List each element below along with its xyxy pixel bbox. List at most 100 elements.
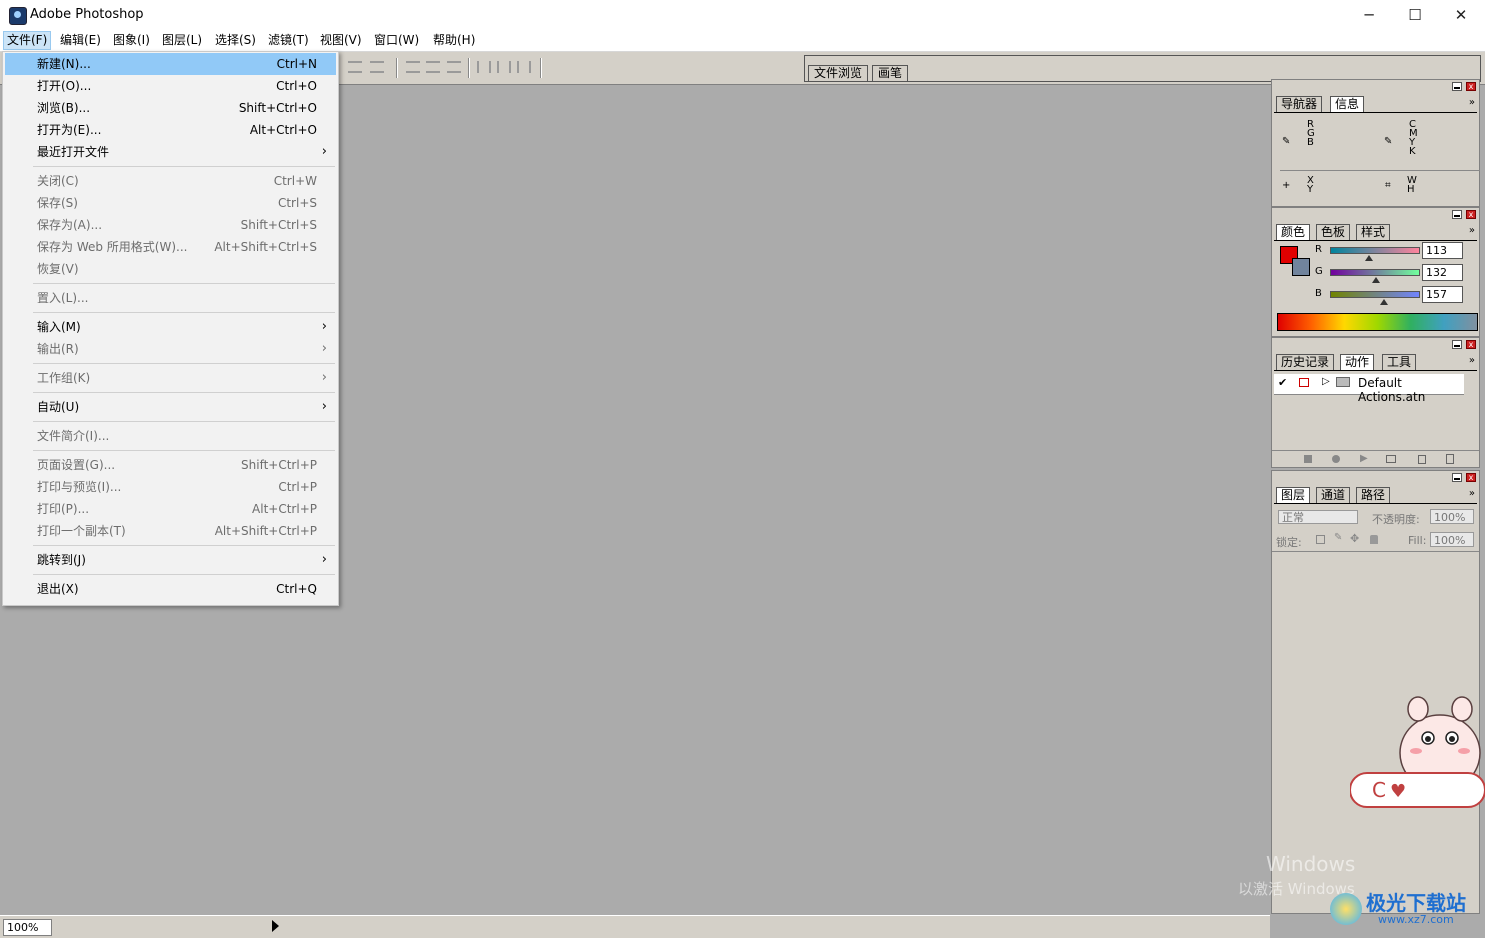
channel-r-slider-thumb[interactable] (1364, 255, 1373, 261)
menu-item-label: 新建(N)... (37, 57, 91, 71)
menu-image[interactable]: 图象(I) (110, 32, 153, 49)
lock-all-icon[interactable] (1370, 535, 1378, 544)
trash-icon[interactable] (1446, 454, 1454, 464)
channel-g-slider[interactable] (1330, 269, 1420, 276)
opacity-label: 不透明度: (1372, 513, 1420, 526)
file-menu-item[interactable]: 新建(N)... Ctrl+N (5, 53, 336, 75)
distribute-top-icon[interactable] (406, 61, 420, 73)
tab-tools[interactable]: 工具 (1382, 354, 1417, 370)
well-tab-file-browser[interactable]: 文件浏览 (808, 65, 869, 81)
tab-info[interactable]: 信息 (1330, 96, 1365, 112)
new-action-icon[interactable] (1418, 455, 1426, 464)
tab-color[interactable]: 颜色 (1276, 224, 1311, 240)
menu-item-label: 置入(L)... (37, 291, 89, 305)
well-tab-brushes[interactable]: 画笔 (872, 65, 909, 81)
tab-channels[interactable]: 通道 (1316, 487, 1351, 503)
panel-minimize-button[interactable] (1452, 340, 1462, 349)
file-menu-item[interactable]: 打开(O)... Ctrl+O (5, 75, 336, 97)
panel-close-button[interactable]: x (1466, 82, 1476, 91)
play-icon[interactable]: ▶ (1360, 453, 1368, 464)
file-menu-item[interactable]: 最近打开文件 › (5, 141, 336, 163)
layers-divider (1272, 551, 1479, 552)
panel-minimize-button[interactable] (1452, 473, 1462, 482)
tab-swatches[interactable]: 色板 (1316, 224, 1351, 240)
panel-menu-icon[interactable]: » (1469, 488, 1475, 499)
file-menu-item[interactable]: 跳转到(J) › (5, 549, 336, 571)
opacity-field[interactable]: 100% (1430, 509, 1474, 524)
blend-mode-select[interactable]: 正常 (1278, 510, 1358, 524)
channel-g-value[interactable]: 132 (1422, 264, 1463, 281)
zoom-level-field[interactable]: 100% (3, 919, 52, 936)
panel-close-button[interactable]: x (1466, 210, 1476, 219)
lock-brush-icon[interactable]: ✎ (1334, 532, 1342, 543)
menu-select[interactable]: 选择(S) (212, 32, 259, 49)
tab-history[interactable]: 历史记录 (1276, 354, 1335, 370)
submenu-chevron-icon: › (321, 399, 327, 414)
distribute-left-icon[interactable] (477, 61, 491, 73)
status-menu-arrow-icon[interactable] (272, 920, 279, 932)
menu-edit[interactable]: 编辑(E) (57, 32, 104, 49)
background-color-swatch[interactable] (1292, 258, 1310, 276)
menu-window[interactable]: 窗口(W) (371, 32, 422, 49)
file-menu-item[interactable]: 浏览(B)... Shift+Ctrl+O (5, 97, 336, 119)
new-set-icon[interactable] (1386, 455, 1396, 463)
menu-layer[interactable]: 图层(L) (159, 32, 205, 49)
channel-b-slider[interactable] (1330, 291, 1420, 298)
tab-paths[interactable]: 路径 (1356, 487, 1391, 503)
menu-view[interactable]: 视图(V) (317, 32, 365, 49)
channel-b-value[interactable]: 157 (1422, 286, 1463, 303)
file-menu-item[interactable]: 输入(M) › (5, 316, 336, 338)
menu-separator (33, 574, 335, 575)
action-set-row[interactable]: ✔ ▷ Default Actions.atn (1274, 374, 1464, 404)
minimize-button[interactable]: ─ (1346, 0, 1392, 30)
distribute-center-icon[interactable] (497, 61, 511, 73)
panel-minimize-button[interactable] (1452, 210, 1462, 219)
stop-icon[interactable] (1304, 455, 1312, 463)
menu-item-shortcut: Shift+Ctrl+S (240, 218, 317, 232)
maximize-button[interactable]: ☐ (1392, 0, 1438, 30)
file-menu-item: 置入(L)... (5, 287, 336, 309)
menu-help[interactable]: 帮助(H) (430, 32, 478, 49)
expand-triangle-icon[interactable]: ▷ (1322, 376, 1330, 387)
fill-field[interactable]: 100% (1430, 532, 1474, 547)
lock-transparency-icon[interactable] (1316, 535, 1325, 544)
file-menu-item[interactable]: 打开为(E)... Alt+Ctrl+O (5, 119, 336, 141)
photoshop-app-icon (9, 7, 27, 25)
fill-label: Fill: (1408, 534, 1427, 547)
record-icon[interactable] (1332, 455, 1340, 463)
panel-menu-icon[interactable]: » (1469, 355, 1475, 366)
file-menu-item[interactable]: 退出(X) Ctrl+Q (5, 578, 336, 600)
color-spectrum-bar[interactable] (1277, 313, 1478, 331)
panel-menu-icon[interactable]: » (1469, 97, 1475, 108)
panel-close-button[interactable]: x (1466, 340, 1476, 349)
channel-b-slider-thumb[interactable] (1380, 299, 1389, 305)
distribute-bottom-icon[interactable] (447, 61, 461, 73)
tab-actions[interactable]: 动作 (1340, 354, 1375, 370)
align-right-icon[interactable] (370, 61, 384, 73)
file-menu-item[interactable]: 自动(U) › (5, 396, 336, 418)
menu-separator (33, 421, 335, 422)
checkmark-icon[interactable]: ✔ (1278, 376, 1287, 389)
panel-minimize-button[interactable] (1452, 82, 1462, 91)
menu-item-shortcut: Shift+Ctrl+O (238, 101, 317, 115)
tab-styles[interactable]: 样式 (1356, 224, 1391, 240)
channel-r-value[interactable]: 113 (1422, 242, 1463, 259)
lock-move-icon[interactable]: ✥ (1350, 532, 1359, 545)
tab-navigator[interactable]: 导航器 (1276, 96, 1323, 112)
distribute-right-icon[interactable] (517, 61, 531, 73)
tab-layers[interactable]: 图层 (1276, 487, 1311, 503)
toolbar-separator (540, 58, 542, 78)
menu-separator (33, 166, 335, 167)
menu-file[interactable]: 文件(F) (3, 31, 52, 50)
dialog-toggle-icon[interactable] (1299, 378, 1309, 387)
panel-menu-icon[interactable]: » (1469, 225, 1475, 236)
menu-filter[interactable]: 滤镜(T) (265, 32, 312, 49)
close-button[interactable]: ✕ (1438, 0, 1484, 30)
align-left-icon[interactable] (348, 61, 362, 73)
channel-r-slider[interactable] (1330, 247, 1420, 254)
panel-close-button[interactable]: x (1466, 473, 1476, 482)
menu-item-shortcut: Alt+Ctrl+O (249, 123, 317, 137)
menu-separator (33, 312, 335, 313)
distribute-middle-icon[interactable] (426, 61, 440, 73)
channel-g-slider-thumb[interactable] (1371, 277, 1380, 283)
